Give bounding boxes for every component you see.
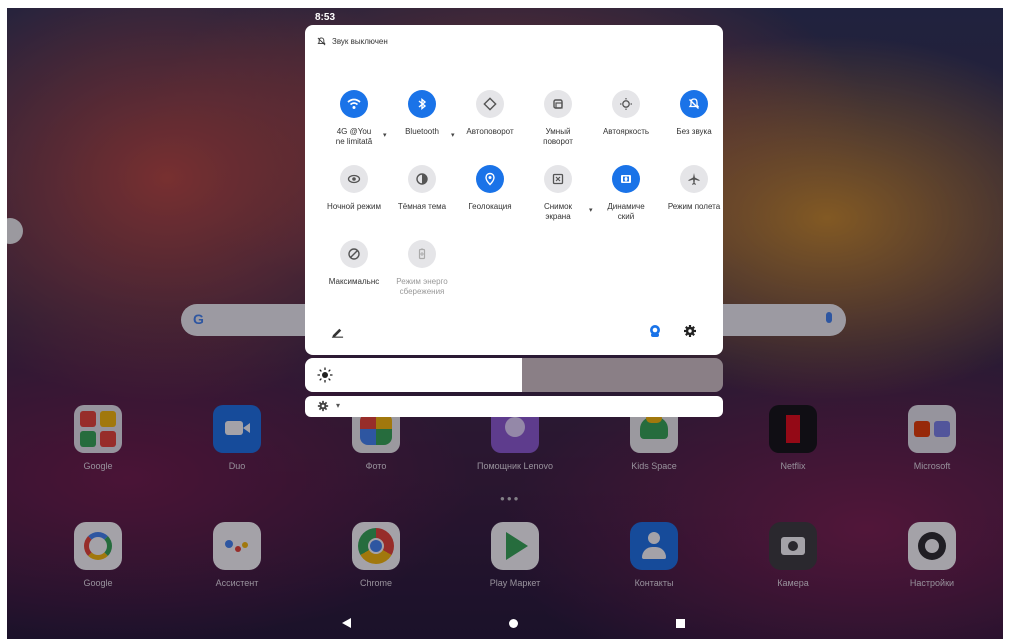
recents-icon[interactable] xyxy=(676,619,685,628)
dynamic-tile-button[interactable] xyxy=(612,165,640,193)
auto-brightness-icon xyxy=(620,98,632,110)
mute-icon xyxy=(688,98,700,109)
tile-screenshot[interactable]: Снимок экрана xyxy=(521,165,595,222)
night-mode-label: Ночной режим xyxy=(327,202,381,211)
airplane-icon xyxy=(688,173,700,185)
user-account-icon[interactable] xyxy=(648,324,662,338)
airplane-label: Режим полета xyxy=(667,202,721,211)
max-label: Максимальнс xyxy=(328,277,380,286)
status-time: 8:53 xyxy=(315,12,336,23)
max-icon xyxy=(348,248,360,260)
dark-theme-label: Тёмная тема xyxy=(397,202,447,211)
screenshot-tile-button[interactable] xyxy=(544,165,572,193)
tile-max[interactable]: Максимальнс xyxy=(317,240,391,287)
autorotate-icon xyxy=(483,97,497,111)
bluetooth-icon xyxy=(418,98,427,110)
auto-brightness-label: Автояркость xyxy=(602,127,650,136)
settings-small-icon xyxy=(317,400,329,412)
dynamic-icon xyxy=(621,175,631,183)
dynamic-label: Динамиче ский xyxy=(607,202,645,221)
tile-night-mode[interactable]: Ночной режим xyxy=(317,165,391,212)
dark-theme-tile-button[interactable] xyxy=(408,165,436,193)
sound-off-status: Звук выключен xyxy=(332,37,388,46)
screenshot-icon xyxy=(552,173,564,185)
navigation-bar xyxy=(7,609,1003,639)
location-icon xyxy=(485,172,495,186)
qs-status-row: Звук выключен xyxy=(317,37,388,46)
tile-smart-rotate[interactable]: Умный поворот xyxy=(521,90,595,147)
mute-label: Без звука xyxy=(676,127,712,136)
tile-bluetooth[interactable]: Bluetooth ▾ xyxy=(385,90,459,139)
tablet-screen: G Google Duo Фото Помощник Lenovo Kids S… xyxy=(7,8,1003,639)
tile-dark-theme[interactable]: Тёмная тема xyxy=(385,165,459,212)
location-label: Геолокация xyxy=(468,202,512,211)
smart-rotate-icon xyxy=(553,99,563,109)
wifi-tile-button[interactable] xyxy=(340,90,368,118)
tile-auto-brightness[interactable]: Автояркость xyxy=(589,90,663,137)
back-icon[interactable] xyxy=(342,618,351,628)
brightness-slider[interactable] xyxy=(305,358,723,392)
tile-wifi[interactable]: 4G @You ne limitată ▾ xyxy=(317,90,391,147)
mute-tile-button[interactable] xyxy=(680,90,708,118)
smart-rotate-label: Умный поворот xyxy=(543,127,573,146)
night-mode-tile-button[interactable] xyxy=(340,165,368,193)
tile-location[interactable]: Геолокация xyxy=(453,165,527,212)
brightness-sun-icon xyxy=(317,367,333,383)
bluetooth-label: Bluetooth xyxy=(405,127,439,136)
wifi-label: 4G @You ne limitată xyxy=(335,127,373,146)
edit-pencil-icon[interactable] xyxy=(331,325,344,338)
airplane-tile-button[interactable] xyxy=(680,165,708,193)
bell-off-icon xyxy=(317,37,326,46)
max-tile-button[interactable] xyxy=(340,240,368,268)
battery-saver-icon xyxy=(418,248,426,260)
battery-saver-label: Режим энерго сбережения xyxy=(396,277,448,296)
screenshot-label: Снимок экрана xyxy=(543,202,573,221)
settings-gear-icon[interactable] xyxy=(683,324,697,338)
tile-mute[interactable]: Без звука xyxy=(657,90,731,137)
quick-settings-panel: Звук выключен 4G @You ne limitată ▾ Blueto… xyxy=(305,25,723,355)
tile-battery-saver[interactable]: Режим энерго сбережения xyxy=(385,240,459,297)
location-tile-button[interactable] xyxy=(476,165,504,193)
media-output-bar[interactable]: ▾ xyxy=(305,396,723,417)
home-icon[interactable] xyxy=(509,619,518,628)
tile-dynamic[interactable]: Динамиче ский ▾ xyxy=(589,165,663,222)
brightness-slider-fill xyxy=(305,358,523,392)
tile-airplane[interactable]: Режим полета xyxy=(657,165,731,212)
bluetooth-tile-button[interactable] xyxy=(408,90,436,118)
smart-rotate-tile-button[interactable] xyxy=(544,90,572,118)
auto-brightness-tile-button[interactable] xyxy=(612,90,640,118)
media-dropdown-caret[interactable]: ▾ xyxy=(336,401,340,410)
tile-autorotate[interactable]: Автоповорот xyxy=(453,90,527,137)
dark-theme-icon xyxy=(416,173,428,185)
dropdown-caret-icon[interactable]: ▾ xyxy=(589,206,593,214)
autorotate-tile-button[interactable] xyxy=(476,90,504,118)
wifi-icon xyxy=(347,98,361,109)
autorotate-label: Автоповорот xyxy=(466,127,514,136)
battery-saver-tile-button[interactable] xyxy=(408,240,436,268)
night-mode-icon xyxy=(347,174,361,184)
